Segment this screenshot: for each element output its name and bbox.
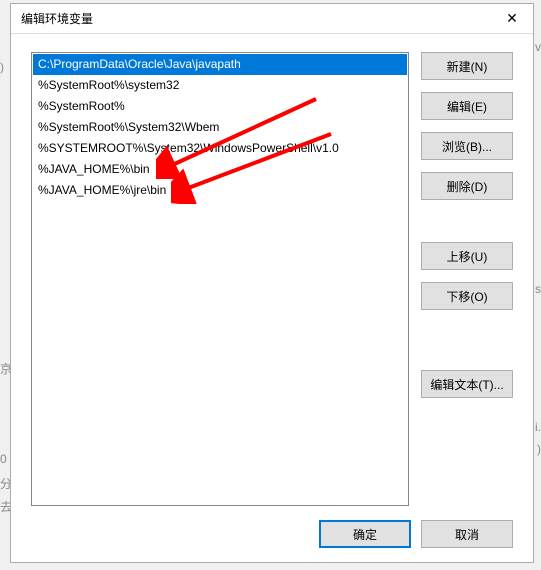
list-item[interactable]: %SystemRoot%\system32: [33, 75, 407, 96]
bg-fragment: s: [535, 282, 541, 296]
list-item[interactable]: C:\ProgramData\Oracle\Java\javapath: [33, 54, 407, 75]
close-button[interactable]: ✕: [491, 4, 533, 34]
window-title: 编辑环境变量: [21, 10, 93, 27]
main-row: C:\ProgramData\Oracle\Java\javapath%Syst…: [31, 52, 513, 506]
bg-fragment: ): [0, 60, 4, 74]
path-listbox[interactable]: C:\ProgramData\Oracle\Java\javapath%Syst…: [31, 52, 409, 506]
new-button[interactable]: 新建(N): [421, 52, 513, 80]
browse-button[interactable]: 浏览(B)...: [421, 132, 513, 160]
move-down-button[interactable]: 下移(O): [421, 282, 513, 310]
list-item[interactable]: %JAVA_HOME%\bin: [33, 159, 407, 180]
list-item[interactable]: %SystemRoot%\System32\Wbem: [33, 117, 407, 138]
dialog-window: 编辑环境变量 ✕ C:\ProgramData\Oracle\Java\java…: [10, 3, 534, 563]
cancel-button[interactable]: 取消: [421, 520, 513, 548]
bg-fragment: 0: [0, 452, 7, 466]
ok-button[interactable]: 确定: [319, 520, 411, 548]
list-item[interactable]: %SYSTEMROOT%\System32\WindowsPowerShell\…: [33, 138, 407, 159]
bg-fragment: v: [535, 40, 541, 54]
dialog-bottom-row: 确定 取消: [31, 506, 513, 548]
delete-button[interactable]: 删除(D): [421, 172, 513, 200]
titlebar: 编辑环境变量 ✕: [11, 4, 533, 34]
bg-fragment: ): [537, 442, 541, 456]
list-item[interactable]: %JAVA_HOME%\jre\bin: [33, 180, 407, 201]
dialog-content: C:\ProgramData\Oracle\Java\javapath%Syst…: [11, 34, 533, 562]
side-button-column: 新建(N) 编辑(E) 浏览(B)... 删除(D) 上移(U) 下移(O) 编…: [421, 52, 513, 506]
edit-button[interactable]: 编辑(E): [421, 92, 513, 120]
move-up-button[interactable]: 上移(U): [421, 242, 513, 270]
list-item[interactable]: %SystemRoot%: [33, 96, 407, 117]
edit-text-button[interactable]: 编辑文本(T)...: [421, 370, 513, 398]
bg-fragment: i.: [535, 420, 541, 434]
close-icon: ✕: [506, 10, 518, 27]
